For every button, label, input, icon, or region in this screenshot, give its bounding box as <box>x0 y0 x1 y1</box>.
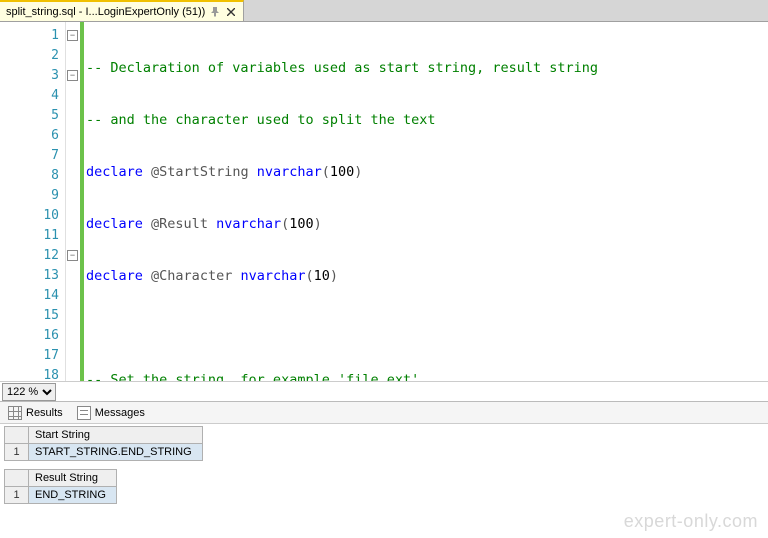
tab-title: split_string.sql - I...LoginExpertOnly (… <box>6 6 205 18</box>
messages-icon <box>77 406 91 420</box>
code-comment: -- and the character used to split the t… <box>86 112 436 128</box>
number: 100 <box>289 216 313 232</box>
change-marker <box>80 22 84 381</box>
keyword: declare <box>86 216 143 232</box>
column-header[interactable]: Start String <box>29 427 203 444</box>
type: nvarchar <box>216 216 281 232</box>
code-comment: -- Set the string, for example 'file.ext… <box>86 372 419 381</box>
results-pane: Start String 1 START_STRING.END_STRING R… <box>0 424 768 536</box>
grid-corner[interactable] <box>5 470 29 487</box>
zoom-select[interactable]: 122 % <box>2 383 56 401</box>
cell[interactable]: END_STRING <box>29 487 117 504</box>
fold-gutter: − − − <box>66 22 80 381</box>
result-grid-1: Start String 1 START_STRING.END_STRING <box>4 426 764 461</box>
variable: @Result <box>151 216 208 232</box>
variable: @Character <box>151 268 232 284</box>
tab-messages[interactable]: Messages <box>75 404 147 422</box>
tab-label: Results <box>26 407 63 419</box>
code-editor[interactable]: 1234 5678 9101112 13141516 1718 − − − --… <box>0 22 768 382</box>
table-row[interactable]: 1 END_STRING <box>5 487 117 504</box>
column-header[interactable]: Result String <box>29 470 117 487</box>
grid-corner[interactable] <box>5 427 29 444</box>
result-grid-2: Result String 1 END_STRING <box>4 469 764 504</box>
cell[interactable]: START_STRING.END_STRING <box>29 444 203 461</box>
keyword: declare <box>86 268 143 284</box>
type: nvarchar <box>240 268 305 284</box>
tab-results[interactable]: Results <box>6 404 65 422</box>
code-content[interactable]: -- Declaration of variables used as star… <box>86 22 768 381</box>
code-comment: -- Declaration of variables used as star… <box>86 60 598 76</box>
tab-bar: split_string.sql - I...LoginExpertOnly (… <box>0 0 768 22</box>
pin-icon[interactable] <box>209 6 221 18</box>
fold-toggle-icon[interactable]: − <box>67 70 78 81</box>
type: nvarchar <box>257 164 322 180</box>
fold-toggle-icon[interactable]: − <box>67 250 78 261</box>
table-row[interactable]: 1 START_STRING.END_STRING <box>5 444 203 461</box>
variable: @StartString <box>151 164 249 180</box>
close-icon[interactable] <box>225 6 237 18</box>
line-number-gutter: 1234 5678 9101112 13141516 1718 <box>0 22 66 381</box>
results-tab-bar: Results Messages <box>0 402 768 424</box>
number: 100 <box>330 164 354 180</box>
tab-label: Messages <box>95 407 145 419</box>
fold-toggle-icon[interactable]: − <box>67 30 78 41</box>
keyword: declare <box>86 164 143 180</box>
number: 10 <box>314 268 330 284</box>
file-tab[interactable]: split_string.sql - I...LoginExpertOnly (… <box>0 0 244 21</box>
row-number[interactable]: 1 <box>5 487 29 504</box>
row-number[interactable]: 1 <box>5 444 29 461</box>
zoom-bar: 122 % <box>0 382 768 402</box>
grid-icon <box>8 406 22 420</box>
